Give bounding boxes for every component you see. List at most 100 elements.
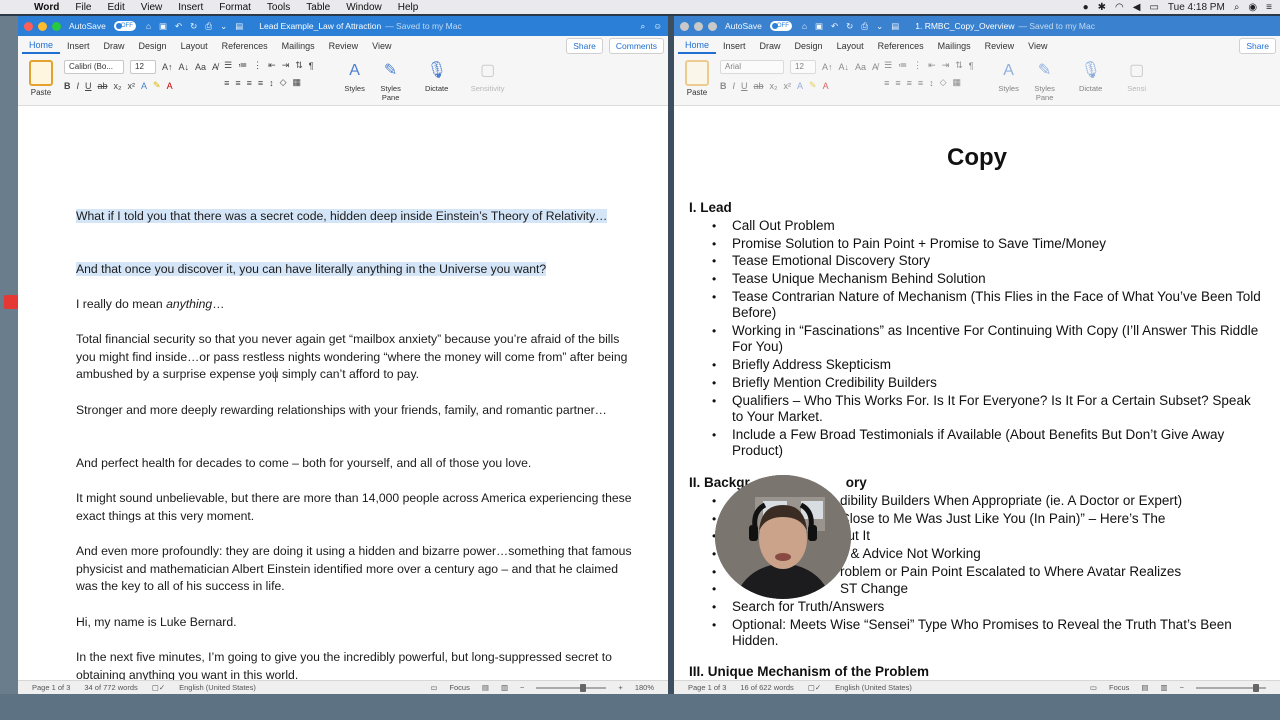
save-icon[interactable]: ▣ — [815, 21, 823, 32]
print-layout-icon[interactable]: ▤ — [482, 683, 489, 692]
bluetooth-icon[interactable]: ✱ — [1098, 2, 1106, 13]
multilevel-list-icon[interactable]: ⋮ — [253, 60, 262, 71]
grow-font-icon[interactable]: A↑ — [822, 62, 833, 72]
focus-icon[interactable]: ▭ — [1090, 683, 1097, 692]
page-count[interactable]: Page 1 of 3 — [32, 683, 70, 692]
dictate-button[interactable]: 🎙︎ Dictate — [422, 60, 452, 93]
strikethrough-icon[interactable]: ab — [754, 81, 764, 91]
zoom-in-icon[interactable]: + — [618, 683, 622, 692]
align-center-icon[interactable]: ≡ — [895, 78, 900, 88]
search-icon[interactable]: ⌕ — [641, 21, 646, 32]
font-name-select[interactable]: Calibri (Bo... — [64, 60, 124, 74]
paragraph-2[interactable]: And that once you discover it, you can h… — [76, 261, 636, 279]
highlight-icon[interactable]: ✎ — [153, 80, 161, 91]
recording-indicator-icon[interactable] — [4, 295, 18, 309]
multilevel-list-icon[interactable]: ⋮ — [913, 60, 922, 71]
paragraph-10[interactable]: In the next five minutes, I’m going to g… — [76, 649, 636, 680]
paragraph-8[interactable]: And even more profoundly: they are doing… — [76, 543, 636, 596]
home-icon[interactable]: ⌂ — [802, 21, 807, 31]
styles-pane-button[interactable]: ✎ Styles Pane — [1030, 60, 1060, 102]
list-item[interactable]: Qualifiers – Who This Works For. Is It F… — [712, 393, 1262, 426]
grow-font-icon[interactable]: A↑ — [162, 62, 173, 72]
list-item[interactable]: Working in “Fascinations” as Incentive F… — [712, 323, 1262, 356]
font-color-icon[interactable]: A — [167, 81, 173, 91]
tab-review[interactable]: Review — [322, 39, 366, 53]
bullets-icon[interactable]: ☰ — [884, 60, 892, 71]
justify-icon[interactable]: ≡ — [918, 78, 923, 88]
decrease-indent-icon[interactable]: ⇤ — [268, 60, 276, 71]
menu-file[interactable]: File — [67, 2, 99, 13]
increase-indent-icon[interactable]: ⇥ — [942, 60, 950, 71]
tab-design[interactable]: Design — [788, 39, 830, 53]
shading-icon[interactable]: ◇ — [940, 77, 947, 88]
customize-toolbar-icon[interactable]: ⌄ — [220, 21, 227, 32]
line-spacing-icon[interactable]: ↕ — [929, 78, 934, 88]
wifi-icon[interactable]: ◠ — [1115, 2, 1124, 13]
numbering-icon[interactable]: ≔ — [238, 60, 247, 71]
comments-button[interactable]: Comments — [608, 38, 664, 54]
superscript-icon[interactable]: x² — [128, 81, 136, 91]
undo-icon[interactable]: ↶ — [831, 21, 838, 32]
tab-mailings[interactable]: Mailings — [931, 39, 978, 53]
paragraph-9[interactable]: Hi, my name is Luke Bernard. — [76, 614, 636, 632]
list-item[interactable]: Briefly Address Skepticism — [712, 357, 1262, 374]
menu-help[interactable]: Help — [390, 2, 427, 13]
align-right-icon[interactable]: ≡ — [907, 78, 912, 88]
tab-layout[interactable]: Layout — [174, 39, 215, 53]
font-size-select[interactable]: 12 — [790, 60, 816, 74]
battery-icon[interactable]: ▭ — [1149, 2, 1158, 13]
paragraph-1[interactable]: What if I told you that there was a secr… — [76, 208, 636, 226]
italic-icon[interactable]: I — [77, 81, 80, 91]
bullets-icon[interactable]: ☰ — [224, 60, 232, 71]
zoom-out-icon[interactable]: − — [1180, 683, 1184, 692]
subscript-icon[interactable]: x₂ — [114, 81, 122, 91]
borders-icon[interactable]: ▦ — [293, 77, 302, 88]
web-layout-icon[interactable]: ▥ — [501, 683, 508, 692]
tab-review[interactable]: Review — [978, 39, 1022, 53]
tab-home[interactable]: Home — [678, 38, 717, 54]
zoom-window-button[interactable] — [52, 21, 61, 31]
zoom-slider-knob[interactable] — [1253, 683, 1260, 692]
focus-icon[interactable]: ▭ — [430, 683, 437, 692]
paragraph-4[interactable]: Total financial security so that you nev… — [76, 331, 636, 384]
language-indicator[interactable]: English (United States) — [835, 683, 912, 692]
tab-layout[interactable]: Layout — [830, 39, 871, 53]
align-right-icon[interactable]: ≡ — [247, 78, 252, 88]
shrink-font-icon[interactable]: A↓ — [839, 62, 850, 72]
menu-table[interactable]: Table — [298, 2, 338, 13]
volume-icon[interactable]: ◀ — [1133, 2, 1141, 13]
italic-icon[interactable]: I — [733, 81, 736, 91]
record-icon[interactable]: ● — [1083, 2, 1089, 13]
paste-icon[interactable] — [685, 60, 709, 86]
font-name-select[interactable]: Arial — [720, 60, 784, 74]
show-formatting-icon[interactable]: ¶ — [969, 61, 974, 71]
undo-icon[interactable]: ↶ — [175, 21, 182, 32]
align-center-icon[interactable]: ≡ — [235, 78, 240, 88]
print-icon[interactable]: ⎙ — [861, 21, 868, 32]
styles-button[interactable]: A Styles — [994, 60, 1024, 93]
numbering-icon[interactable]: ≔ — [898, 60, 907, 71]
share-button[interactable]: Share — [1239, 38, 1276, 54]
menu-app-word[interactable]: Word — [26, 2, 67, 13]
print-icon[interactable]: ⎙ — [205, 21, 212, 32]
user-avatar-icon[interactable]: ◉ — [1248, 2, 1257, 13]
list-item[interactable]: Call Out Problem — [712, 218, 1262, 235]
menu-view[interactable]: View — [133, 2, 171, 13]
paragraph-3[interactable]: I really do mean anything… — [76, 296, 636, 314]
paragraph-7[interactable]: It might sound unbelievable, but there a… — [76, 490, 636, 525]
list-item[interactable]: Tease Emotional Discovery Story — [712, 253, 1262, 270]
list-item[interactable]: Briefly Mention Credibility Builders — [712, 375, 1262, 392]
share-button[interactable]: Share — [566, 38, 603, 54]
dictate-button[interactable]: 🎙︎ Dictate — [1076, 60, 1106, 93]
menu-insert[interactable]: Insert — [170, 2, 211, 13]
tab-references[interactable]: References — [215, 39, 275, 53]
list-item[interactable]: Tease Contrarian Nature of Mechanism (Th… — [712, 289, 1262, 322]
redo-icon[interactable]: ↻ — [846, 21, 853, 32]
paragraph-6[interactable]: And perfect health for decades to come –… — [76, 455, 636, 473]
close-window-button[interactable] — [24, 21, 33, 31]
zoom-window-button[interactable] — [708, 21, 717, 31]
zoom-slider[interactable] — [536, 683, 607, 692]
menu-tools[interactable]: Tools — [259, 2, 298, 13]
underline-icon[interactable]: U — [85, 81, 92, 91]
tab-home[interactable]: Home — [22, 38, 61, 54]
